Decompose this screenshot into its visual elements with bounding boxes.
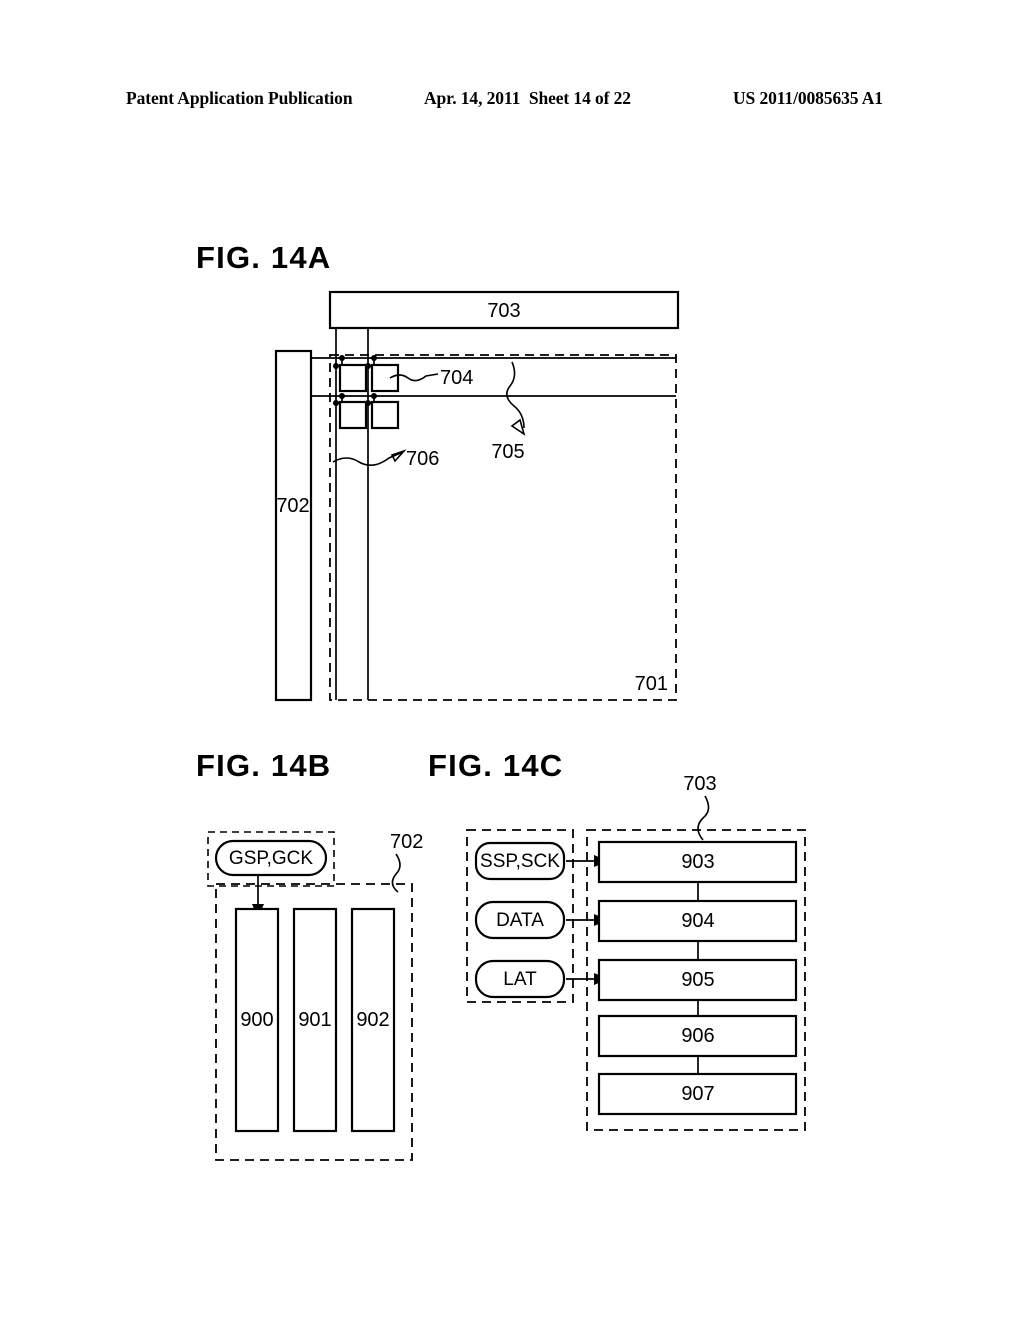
input-signal-label-data: DATA (496, 910, 544, 931)
patent-drawing-page: Patent Application Publication Apr. 14, … (0, 0, 1024, 1320)
figure-14c-canvas: 703 SSP,SCK DATA LAT 903 904 905 906 907 (466, 773, 806, 1131)
leader-703-c (697, 795, 710, 841)
input-signal-label-lat: LAT (503, 969, 537, 990)
ref-703-c: 703 (683, 773, 716, 795)
input-signal-label-ssp-sck: SSP,SCK (480, 851, 560, 872)
ref-904: 904 (681, 910, 714, 932)
ref-906: 906 (681, 1025, 714, 1047)
ref-903: 903 (681, 851, 714, 873)
ref-907: 907 (681, 1083, 714, 1105)
ref-905: 905 (681, 969, 714, 991)
